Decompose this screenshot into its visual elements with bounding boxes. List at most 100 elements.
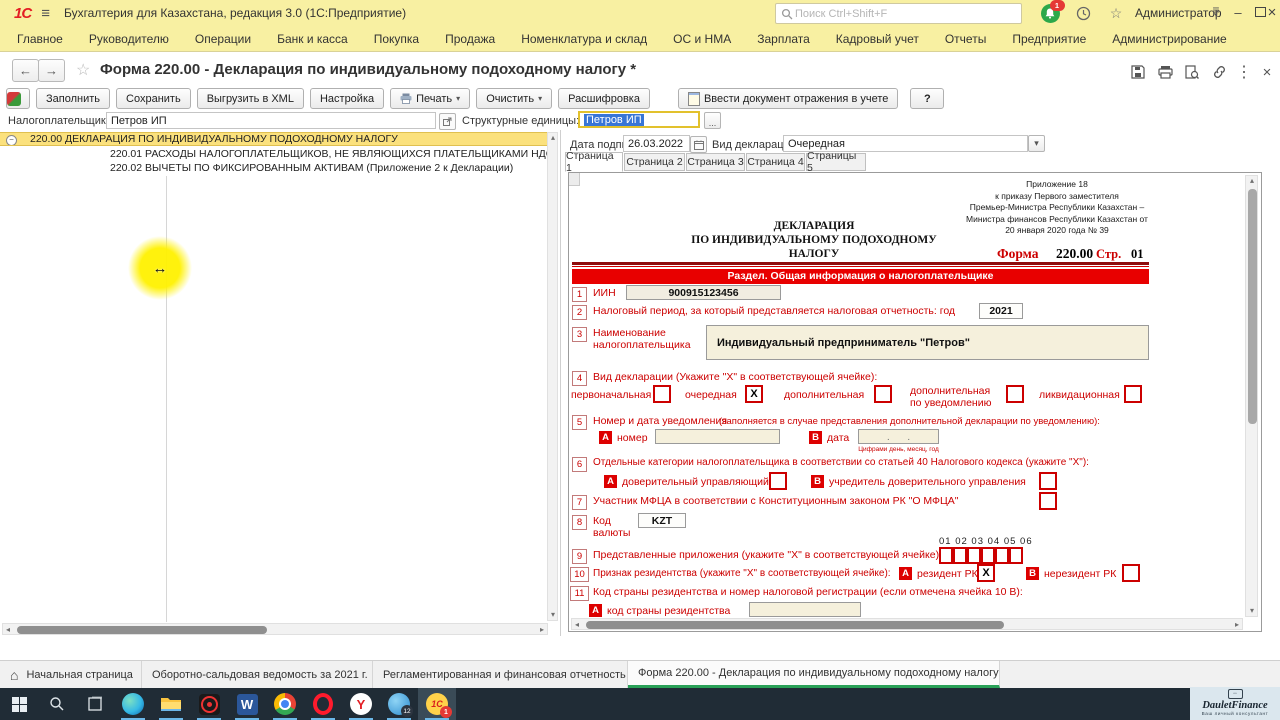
scroll-right-icon[interactable]: ▸ [537,625,547,635]
scroll-down-icon[interactable]: ▾ [1247,606,1257,616]
menu-hr[interactable]: Кадровый учет [823,32,932,46]
taxpayer-name-field[interactable]: Индивидуальный предприниматель "Петров" [706,325,1149,360]
menu-sales[interactable]: Продажа [432,32,508,46]
menu-operations[interactable]: Операции [182,32,264,46]
tab-form-220[interactable]: Форма 220.00 - Декларация по индивидуаль… [628,661,1000,688]
menu-fixed-assets[interactable]: ОС и НМА [660,32,744,46]
menu-manager[interactable]: Руководителю [76,32,182,46]
start-button[interactable] [0,688,38,720]
f4-option-notice-checkbox[interactable] [1006,385,1024,403]
currency-code-field[interactable]: KZT [638,513,686,528]
collapse-icon[interactable]: − [6,135,17,145]
menu-main[interactable]: Главное [4,32,76,46]
chrome-app-button[interactable] [266,688,304,720]
main-menu-icon[interactable]: ≡ [41,5,50,22]
scroll-down-icon[interactable]: ▾ [548,610,558,620]
search-input[interactable] [793,6,997,21]
help-button[interactable]: ? [910,88,945,109]
menu-administration[interactable]: Администрирование [1099,32,1239,46]
task-view-button[interactable] [76,688,114,720]
report-variants-button[interactable] [6,88,30,109]
yandex-app-button[interactable]: Y [342,688,380,720]
export-xml-button[interactable]: Выгрузить в XML [196,88,304,109]
save-button[interactable]: Сохранить [116,88,191,109]
column-splitter[interactable] [166,176,167,622]
tax-period-field[interactable]: 2021 [979,303,1023,319]
notice-number-field[interactable] [655,429,780,444]
file-explorer-button[interactable] [152,688,190,720]
global-search[interactable] [775,3,1022,24]
tab-page-2[interactable]: Страница 2 [624,153,685,171]
form-close-icon[interactable]: × [1256,63,1278,81]
structural-units-field[interactable]: Петров ИП [578,111,700,128]
tree-vertical-scrollbar[interactable]: ▴ ▾ [547,132,558,621]
edge-app-button[interactable] [114,688,152,720]
calendar-button[interactable] [690,136,707,153]
structural-units-more-button[interactable]: ... [704,112,721,129]
scrollbar-thumb[interactable] [17,626,267,634]
tree-item-220-01[interactable]: 220.01 РАСХОДЫ НАЛОГОПЛАТЕЛЬЩИКОВ, НЕ ЯВ… [0,147,556,161]
tab-turnover-sheet[interactable]: Оборотно-сальдовая ведомость за 2021 г.× [142,661,373,688]
residence-country-field[interactable] [749,602,861,617]
tab-page-3[interactable]: Страница 3 [686,153,745,171]
scroll-right-icon[interactable]: ▸ [1232,620,1242,630]
settings-button[interactable]: Настройка [309,88,385,109]
menu-purchase[interactable]: Покупка [361,32,432,46]
tree-horizontal-scrollbar[interactable]: ◂ ▸ [2,623,548,635]
menu-enterprise[interactable]: Предприятие [999,32,1099,46]
scroll-up-icon[interactable]: ▴ [1247,176,1257,186]
scroll-left-icon[interactable]: ◂ [572,620,582,630]
scrollbar-thumb[interactable] [586,621,1004,629]
tree-item-220-00[interactable]: − 220.00 ДЕКЛАРАЦИЯ ПО ИНДИВИДУАЛЬНОМУ П… [0,132,556,146]
clear-button[interactable]: Очистить ▾ [476,88,553,109]
f4-option-liquidation-checkbox[interactable] [1124,385,1142,403]
scroll-up-icon[interactable]: ▴ [548,133,558,143]
f4-option-additional-checkbox[interactable] [874,385,892,403]
iin-field[interactable]: 900915123456 [626,285,781,300]
sheet-horizontal-scrollbar[interactable]: ◂ ▸ [571,618,1243,630]
tab-page-1[interactable]: Страница 1 [565,150,623,174]
menu-payroll[interactable]: Зарплата [744,32,823,46]
nav-back-button[interactable]: ← [12,59,39,82]
favorites-button[interactable]: ☆ [1106,3,1126,23]
calendar-app-button[interactable]: 12 [380,688,418,720]
menu-inventory[interactable]: Номенклатура и склад [508,32,660,46]
fill-button[interactable]: Заполнить [36,88,111,109]
history-button[interactable] [1073,3,1093,23]
f9-appendix-checkbox-03[interactable] [967,547,981,564]
tab-home[interactable]: ⌂ Начальная страница [0,661,142,688]
menu-bank-cash[interactable]: Банк и касса [264,32,361,46]
save-icon[interactable] [1127,63,1149,81]
taskbar-search-button[interactable] [38,688,76,720]
print-button[interactable]: Печать ▾ [390,88,471,109]
tab-page-5[interactable]: Страницы 5 [806,150,866,174]
service-menu-button[interactable]: ≡ ▾ [1206,3,1226,23]
f9-appendix-checkbox-05[interactable] [995,547,1009,564]
f9-appendix-checkbox-01[interactable] [939,547,953,564]
f6-b-checkbox[interactable] [1039,472,1057,490]
decode-button[interactable]: Расшифровка [558,88,650,109]
opera-app-button[interactable] [304,688,342,720]
scrollbar-thumb[interactable] [1248,189,1257,424]
1c-app-button[interactable]: 1С 1 [418,688,456,720]
notifications-button[interactable]: 1 [1040,0,1065,23]
sign-date-field[interactable]: 26.03.2022 [623,135,690,152]
f9-appendix-checkbox-02[interactable] [953,547,967,564]
link-icon[interactable] [1208,63,1230,81]
tab-regulated-reporting[interactable]: Регламентированная и финансовая отчетнос… [373,661,628,688]
tab-page-4[interactable]: Страница 4 [746,153,805,171]
menu-reports[interactable]: Отчеты [932,32,999,46]
f10-resident-checkbox[interactable]: X [977,564,995,582]
f9-appendix-checkbox-04[interactable] [981,547,995,564]
f9-appendix-checkbox-06[interactable] [1009,547,1023,564]
f10-nonresident-checkbox[interactable] [1122,564,1140,582]
print-icon[interactable] [1154,63,1176,81]
enter-document-button[interactable]: Ввести документ отражения в учете [677,88,899,109]
window-minimize-button[interactable]: – [1227,2,1249,22]
word-app-button[interactable]: W [228,688,266,720]
window-close-button[interactable]: × [1261,2,1280,22]
f4-option-initial-checkbox[interactable] [653,385,671,403]
sheet-vertical-scrollbar[interactable]: ▴ ▾ [1245,175,1258,617]
more-actions-icon[interactable]: ⋮ [1233,63,1255,81]
favorite-toggle-icon[interactable]: ☆ [76,60,90,80]
